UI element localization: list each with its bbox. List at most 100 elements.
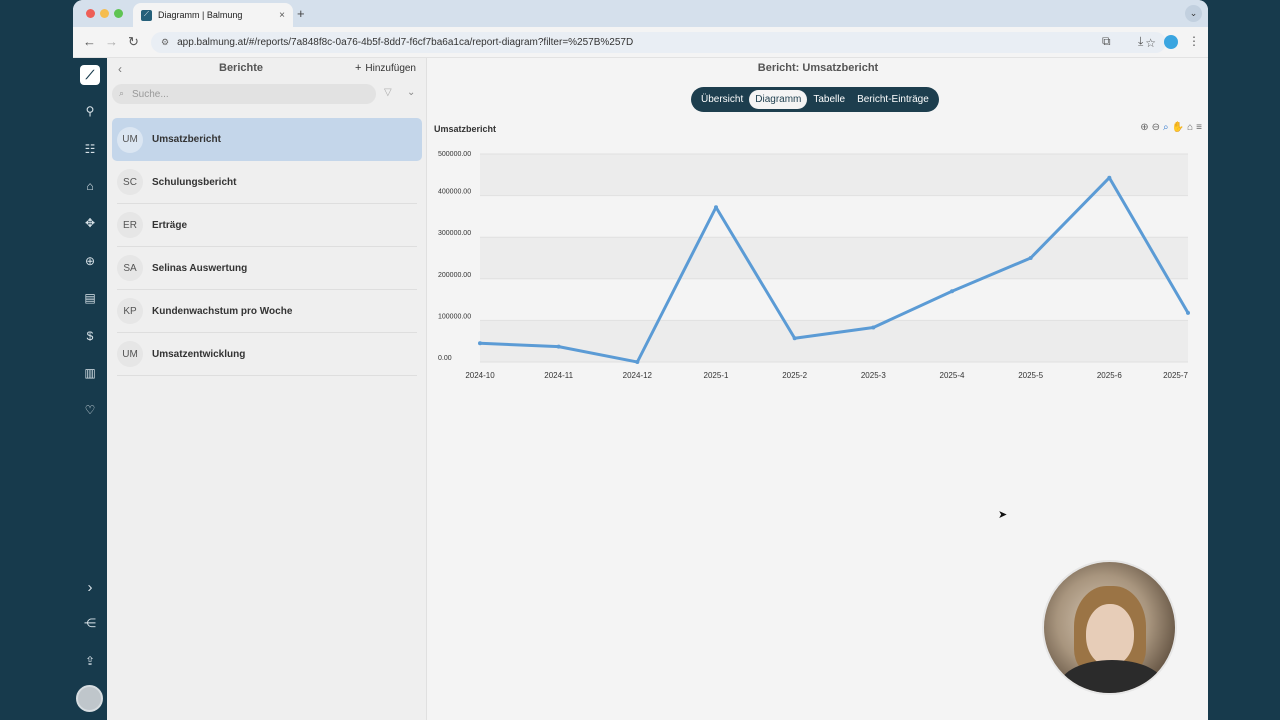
report-name: Selinas Auswertung xyxy=(152,262,248,274)
x-tick-label: 2025-4 xyxy=(940,371,965,380)
browser-window: ⟋ Diagramm | Balmung × + ⌄ ← → ↻ ⚙ app.b… xyxy=(73,0,1208,720)
x-tick-label: 2024-10 xyxy=(465,371,495,380)
tab-close-icon[interactable]: × xyxy=(279,10,285,21)
forward-arrow-icon[interactable]: → xyxy=(105,34,118,49)
chevron-down-icon[interactable]: ⌄ xyxy=(407,87,415,98)
panel-header: ‹ Berichte + Hinzufügen xyxy=(107,58,426,80)
workflow-icon[interactable]: ⚲ xyxy=(73,104,107,118)
bookmark-star-icon[interactable]: ☆ xyxy=(1145,36,1156,50)
grid-band xyxy=(480,154,1188,196)
data-point[interactable] xyxy=(1107,175,1112,180)
grid-band xyxy=(480,320,1188,362)
zoom-out-icon[interactable]: ⊖ xyxy=(1152,122,1160,133)
globe-icon[interactable]: ⊕ xyxy=(73,254,107,268)
plus-icon: + xyxy=(354,62,362,74)
new-tab-button[interactable]: + xyxy=(297,6,305,21)
chevron-left-icon[interactable]: ‹ xyxy=(118,62,122,76)
data-point[interactable] xyxy=(950,289,954,294)
profile-avatar-icon[interactable] xyxy=(1164,35,1178,49)
data-point[interactable] xyxy=(635,360,640,364)
data-point[interactable] xyxy=(792,336,797,341)
chart-title: Umsatzbericht xyxy=(434,124,497,134)
chart-menu-icon[interactable]: ≡ xyxy=(1196,122,1202,133)
reset-home-icon[interactable]: ⌂ xyxy=(1187,122,1193,133)
zoom-selection-icon[interactable]: ⌕ xyxy=(1163,122,1169,133)
browser-tab[interactable]: ⟋ Diagramm | Balmung × xyxy=(133,3,293,27)
grid-band xyxy=(480,195,1188,238)
tab-diagramm[interactable]: Diagramm xyxy=(749,90,808,109)
currency-icon[interactable]: $ xyxy=(73,329,107,343)
y-tick-label: 100000.00 xyxy=(438,313,471,320)
report-abbr: ER xyxy=(117,212,143,238)
mouse-cursor-icon: ➤ xyxy=(998,509,1008,521)
report-item-umsatzentwicklung[interactable]: UM Umsatzentwicklung xyxy=(117,333,417,376)
browser-menu-icon[interactable]: ⋮ xyxy=(1188,34,1200,48)
data-point[interactable] xyxy=(1186,310,1190,315)
y-tick-label: 0.00 xyxy=(438,355,452,362)
data-point[interactable] xyxy=(556,344,561,349)
zoom-in-icon[interactable]: ⊕ xyxy=(1140,122,1148,133)
close-window-button[interactable] xyxy=(86,9,95,18)
report-abbr: SA xyxy=(117,255,143,281)
report-name: Umsatzbericht xyxy=(152,134,221,145)
data-point[interactable] xyxy=(1028,256,1033,260)
report-name: Kundenwachstum pro Woche xyxy=(152,305,293,317)
x-tick-label: 2025-5 xyxy=(1018,371,1043,380)
x-tick-label: 2025-7 xyxy=(1163,371,1188,380)
report-name: Umsatzentwicklung xyxy=(152,348,246,360)
add-report-button[interactable]: + Hinzufügen xyxy=(355,62,416,74)
report-item-umsatzbericht[interactable]: UM Umsatzbericht xyxy=(112,118,422,161)
report-item-kundenwachstum[interactable]: KP Kundenwachstum pro Woche xyxy=(117,290,417,333)
reports-chart-icon[interactable]: ▥ xyxy=(73,366,107,380)
x-tick-label: 2025-6 xyxy=(1097,371,1122,380)
tab-tabelle[interactable]: Tabelle xyxy=(807,90,851,109)
tab-bericht-eintraege[interactable]: Bericht-Einträge xyxy=(851,90,935,109)
share-icon[interactable]: ⋲ xyxy=(73,616,107,630)
x-tick-label: 2025-3 xyxy=(861,371,886,380)
report-item-ertraege[interactable]: ER Erträge xyxy=(117,204,417,247)
report-list: UM Umsatzbericht SC Schulungsbericht ER … xyxy=(112,118,422,376)
expand-chevron-icon[interactable]: › xyxy=(73,579,107,596)
search-icon: ⌕ xyxy=(119,88,125,98)
report-item-schulungsbericht[interactable]: SC Schulungsbericht xyxy=(117,161,417,204)
user-avatar[interactable] xyxy=(76,685,103,712)
report-name: Schulungsbericht xyxy=(152,176,237,188)
app-sidebar: ⟋ ⚲ ☷ ⌂ ✥ ⊕ ▤ $ ▥ ♡ › ⋲ ⇪ xyxy=(73,58,107,720)
webcam-face xyxy=(1086,604,1134,666)
integrations-icon[interactable]: ✥ xyxy=(73,216,107,230)
reload-icon[interactable]: ↻ xyxy=(128,34,139,50)
download-icon[interactable]: ⤓ xyxy=(1138,34,1143,49)
minimize-window-button[interactable] xyxy=(100,9,109,18)
back-arrow-icon[interactable]: ← xyxy=(83,34,96,49)
data-point[interactable] xyxy=(871,325,876,330)
x-tick-label: 2024-12 xyxy=(623,371,653,380)
tab-uebersicht[interactable]: Übersicht xyxy=(695,90,749,109)
data-point[interactable] xyxy=(478,341,482,346)
shopping-bag-icon[interactable]: ⌂ xyxy=(73,179,107,193)
tab-title: Diagramm | Balmung xyxy=(158,10,243,20)
report-abbr: KP xyxy=(117,298,143,324)
line-chart: 0.00 100000.00 200000.00 300000.00 400000.00… xyxy=(438,151,1190,380)
report-abbr: SC xyxy=(117,169,143,195)
heart-icon[interactable]: ♡ xyxy=(73,403,107,417)
team-icon[interactable]: ☷ xyxy=(73,142,107,156)
address-bar[interactable]: ⚙ app.balmung.at/#/reports/7a848f8c-0a76… xyxy=(151,32,1166,53)
webcam-overlay xyxy=(1042,560,1177,695)
report-abbr: UM xyxy=(117,341,143,367)
chart-toolbar: ⊕ ⊖ ⌕ ✋ ⌂ ≡ xyxy=(1140,122,1202,133)
pan-hand-icon[interactable]: ✋ xyxy=(1172,122,1184,133)
extensions-icon[interactable]: ⧉ xyxy=(1102,34,1111,49)
y-tick-label: 500000.00 xyxy=(438,151,471,158)
maximize-window-button[interactable] xyxy=(114,9,123,18)
upload-icon[interactable]: ⇪ xyxy=(73,654,107,668)
add-report-label: Hinzufügen xyxy=(365,63,416,74)
tab-search-icon[interactable]: ⌄ xyxy=(1185,5,1202,22)
data-point[interactable] xyxy=(714,205,718,210)
search-input[interactable] xyxy=(112,84,376,104)
report-item-selinas-auswertung[interactable]: SA Selinas Auswertung xyxy=(117,247,417,290)
site-settings-icon[interactable]: ⚙ xyxy=(161,37,169,48)
book-icon[interactable]: ▤ xyxy=(73,291,107,305)
balmung-logo-icon[interactable]: ⟋ xyxy=(80,65,100,85)
filter-icon[interactable]: ▽ xyxy=(384,87,392,98)
view-tabs: Übersicht Diagramm Tabelle Bericht-Eintr… xyxy=(691,87,939,112)
